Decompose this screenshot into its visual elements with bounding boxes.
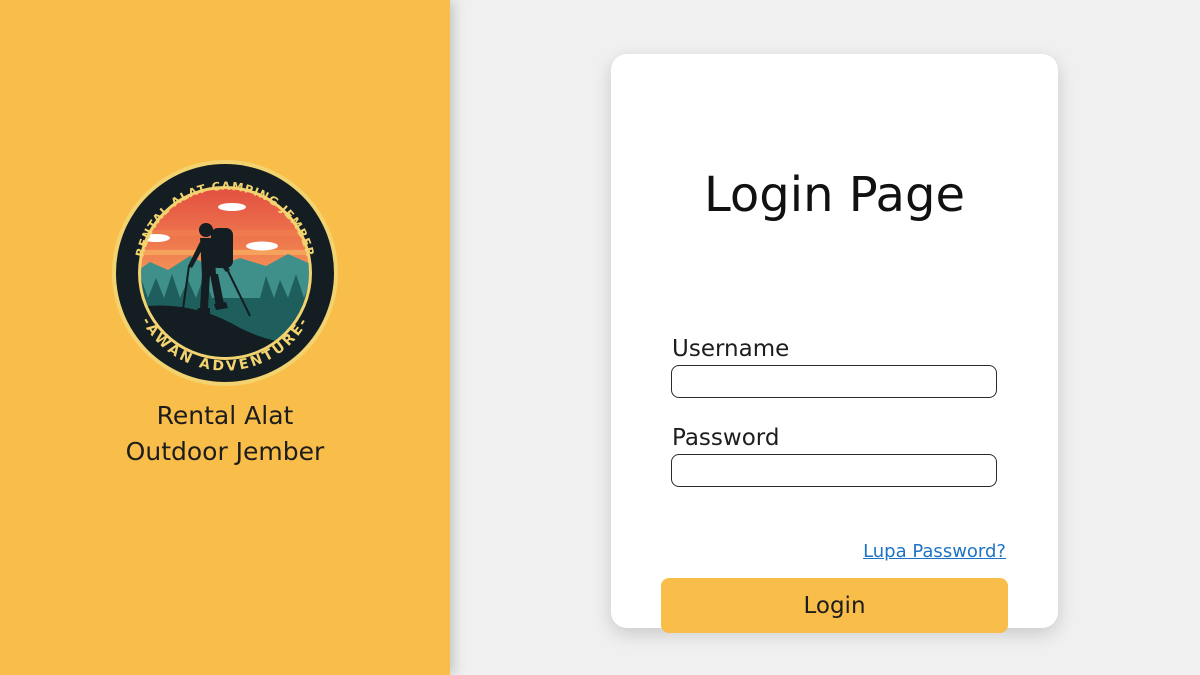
username-label: Username	[672, 336, 790, 362]
page-title: Login Page	[704, 167, 965, 223]
tagline-line-2: Outdoor Jember	[125, 437, 325, 466]
brand-tagline: Rental Alat Outdoor Jember	[0, 398, 450, 470]
tagline-line-1: Rental Alat	[156, 401, 294, 430]
forgot-password-link[interactable]: Lupa Password?	[863, 540, 1006, 564]
login-button[interactable]: Login	[661, 578, 1008, 633]
login-card: Login Page Username Password Lupa Passwo…	[611, 54, 1058, 633]
awan-adventure-logo: RENTAL ALAT CAMPING JEMBER -AWAN ADVENTU…	[112, 160, 338, 386]
password-label: Password	[672, 425, 780, 451]
username-input[interactable]	[671, 365, 997, 398]
login-page: RENTAL ALAT CAMPING JEMBER -AWAN ADVENTU…	[0, 0, 1200, 675]
brand-panel: RENTAL ALAT CAMPING JEMBER -AWAN ADVENTU…	[0, 0, 450, 675]
password-input[interactable]	[671, 454, 997, 487]
